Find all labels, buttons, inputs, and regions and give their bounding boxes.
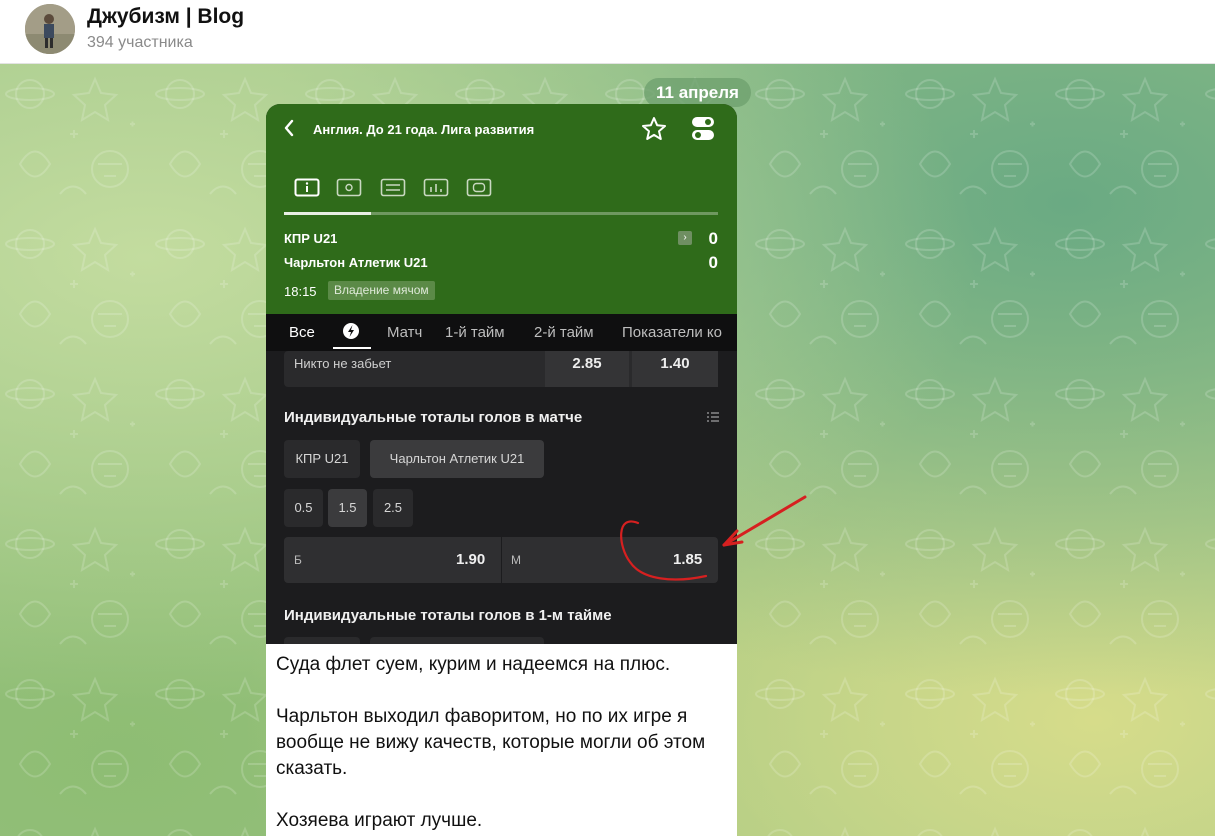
chevron-right-icon: › — [678, 231, 692, 245]
star-icon — [642, 117, 666, 140]
toggle-icon — [692, 117, 714, 140]
total-chip: 0.5 — [284, 489, 323, 527]
stats-icon — [423, 178, 449, 197]
league-title: Англия. До 21 года. Лига развития — [313, 122, 535, 137]
score-away: 0 — [708, 253, 718, 272]
tab-all: Все — [289, 324, 315, 341]
tab-first-half: 1-й тайм — [445, 324, 505, 341]
under-odd: 1.85 — [673, 551, 703, 568]
team-chip-partial — [284, 637, 360, 644]
bet-tabs: Все Матч 1-й тайм 2-й тайм Показатели ко — [266, 314, 737, 351]
gear-icon — [343, 323, 359, 339]
over-under-row: Б 1.90 М 1.85 — [284, 537, 718, 583]
back-arrow-icon — [284, 119, 294, 137]
team-home: КПР U21 — [284, 231, 338, 246]
team-chip-home: КПР U21 — [284, 440, 360, 478]
no-goal-row: Никто не забьет 2.85 1.40 — [284, 351, 718, 387]
possession-badge: Владение мячом — [328, 281, 435, 300]
chat-header[interactable]: Джубизм | Blog 394 участника — [0, 0, 1215, 64]
total-chip: 2.5 — [373, 489, 413, 527]
no-goal-label: Никто не забьет — [294, 356, 392, 371]
lineup-icon — [380, 178, 406, 197]
tab-indicator — [284, 212, 371, 215]
message-paragraph: Чарльтон выходил фаворитом, но по их игр… — [276, 706, 706, 779]
no-goal-odd-2: 1.40 — [632, 351, 718, 387]
under-label: М — [511, 553, 521, 567]
list-icon — [707, 412, 719, 422]
chat-background: 11 апреля Англия. До 21 года. Лига разви… — [0, 64, 1215, 836]
member-count: 394 участника — [87, 34, 193, 51]
team-away: Чарльтон Атлетик U21 — [284, 255, 428, 270]
date-separator: 11 апреля — [644, 78, 751, 107]
no-goal-odd-1: 2.85 — [545, 351, 629, 387]
match-header: Англия. До 21 года. Лига развития КПР U2… — [266, 104, 737, 314]
message-paragraph: Суда флет суем, курим и надеемся на плюс… — [276, 654, 671, 675]
section-title-first-half-totals: Индивидуальные тоталы голов в 1-м тайме — [284, 607, 612, 624]
attached-screenshot[interactable]: Англия. До 21 года. Лига развития КПР U2… — [266, 104, 737, 644]
message-paragraph: Хозяева играют лучше. — [276, 810, 483, 831]
tab-second-half: 2-й тайм — [534, 324, 594, 341]
channel-avatar[interactable] — [25, 4, 75, 54]
team-chip-away: Чарльтон Атлетик U21 — [370, 440, 544, 478]
tab-underline — [333, 347, 371, 349]
team-chip-partial — [370, 637, 544, 644]
message-bubble[interactable]: Англия. До 21 года. Лига развития КПР U2… — [266, 104, 737, 836]
comments-icon — [466, 178, 492, 197]
over-odd: 1.90 — [456, 551, 486, 568]
divider — [501, 537, 502, 583]
match-time: 18:15 — [284, 284, 317, 299]
channel-title[interactable]: Джубизм | Blog — [87, 5, 244, 29]
message-text: Суда флет суем, курим и надеемся на плюс… — [276, 652, 726, 836]
score-home: 0 — [708, 229, 718, 248]
tab-indicators: Показатели ко — [622, 324, 722, 341]
section-title-match-totals: Индивидуальные тоталы голов в матче — [284, 409, 583, 426]
total-chip: 1.5 — [328, 489, 367, 527]
field-icon — [336, 178, 362, 197]
info-icon — [294, 178, 320, 197]
tab-match: Матч — [387, 324, 423, 341]
over-label: Б — [294, 553, 302, 567]
